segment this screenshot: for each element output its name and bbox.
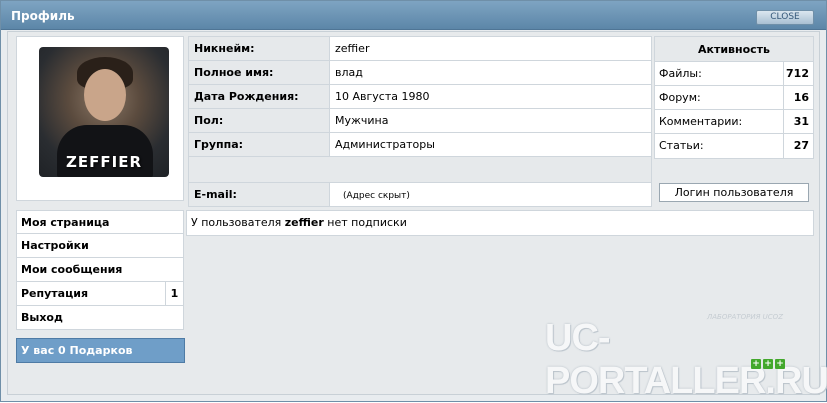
activity-row-files: Файлы: 712 <box>655 62 813 86</box>
info-label: Дата Рождения: <box>188 84 330 109</box>
activity-label: Комментарии: <box>659 115 743 128</box>
menu-item-label: Мои сообщения <box>21 263 123 276</box>
menu-item-label: Выход <box>21 311 63 324</box>
info-label: Никнейм: <box>188 36 330 61</box>
info-spacer-row <box>188 156 652 183</box>
info-value: zeffier <box>329 36 652 61</box>
menu-item-label: Репутация <box>21 287 89 300</box>
info-row-fullname: Полное имя: влад <box>188 60 652 85</box>
menu-item-my-page[interactable]: Моя страница <box>16 210 184 234</box>
activity-row-forum: Форум: 16 <box>655 86 813 110</box>
info-row-birthdate: Дата Рождения: 10 Августа 1980 <box>188 84 652 109</box>
activity-count: 27 <box>783 134 813 158</box>
info-row-gender: Пол: Мужчина <box>188 108 652 133</box>
plus-icon: + <box>775 359 785 369</box>
subscriptions-username: zeffier <box>284 216 324 229</box>
info-label: Полное имя: <box>188 60 330 85</box>
activity-count: 31 <box>783 110 813 133</box>
activity-count: 16 <box>783 86 813 109</box>
titlebar: Профиль CLOSE <box>1 1 826 30</box>
activity-title: Активность <box>655 37 813 62</box>
menu-item-messages[interactable]: Мои сообщения <box>16 258 184 282</box>
menu-item-reputation[interactable]: Репутация 1 <box>16 282 184 306</box>
activity-row-articles: Статьи: 27 <box>655 134 813 158</box>
activity-count: 712 <box>783 62 813 85</box>
activity-label: Форум: <box>659 91 701 104</box>
menu-item-label: Моя страница <box>21 216 110 229</box>
avatar-container: ZEFFIER <box>16 36 184 201</box>
activity-panel: Активность Файлы: 712 Форум: 16 Коммента… <box>654 36 814 159</box>
profile-menu: Моя страница Настройки Мои сообщения Реп… <box>16 210 184 330</box>
menu-item-settings[interactable]: Настройки <box>16 234 184 258</box>
menu-item-logout[interactable]: Выход <box>16 306 184 330</box>
user-login-button[interactable]: Логин пользователя <box>659 183 809 202</box>
info-value: Мужчина <box>329 108 652 133</box>
email-hidden-value: (Адрес скрыт) <box>343 191 410 201</box>
info-label: E-mail: <box>188 182 330 207</box>
profile-info-table: Никнейм: zeffier Полное имя: влад Дата Р… <box>188 36 652 207</box>
reputation-count: 1 <box>165 282 183 305</box>
menu-item-label: Настройки <box>21 239 89 252</box>
plus-icon: + <box>751 359 761 369</box>
window-title: Профиль <box>11 9 75 23</box>
watermark-plus-icons: + + + <box>751 359 785 369</box>
info-row-nickname: Никнейм: zeffier <box>188 36 652 61</box>
avatar: ZEFFIER <box>39 47 169 177</box>
gifts-button[interactable]: У вас 0 Подарков <box>16 338 185 363</box>
profile-body: ZEFFIER Никнейм: zeffier Полное имя: вла… <box>7 31 827 402</box>
profile-window: Профиль CLOSE ZEFFIER Никнейм: zeffier П… <box>0 0 827 402</box>
subscriptions-notice: У пользователя zeffier нет подписки <box>186 210 814 236</box>
activity-label: Статьи: <box>659 139 704 152</box>
info-value: 10 Августа 1980 <box>329 84 652 109</box>
info-row-group: Группа: Администраторы <box>188 132 652 157</box>
info-label: Пол: <box>188 108 330 133</box>
close-button[interactable]: CLOSE <box>756 10 814 25</box>
info-label: Группа: <box>188 132 330 157</box>
activity-label: Файлы: <box>659 67 702 80</box>
uc-portaller-watermark-logo: ЛАБОРАТОРИЯ UCOZ UC-PORTALLER.RU + + + <box>545 311 827 402</box>
info-value: Администраторы <box>329 132 652 157</box>
info-value: влад <box>329 60 652 85</box>
plus-icon: + <box>763 359 773 369</box>
activity-row-comments: Комментарии: 31 <box>655 110 813 134</box>
avatar-caption: ZEFFIER <box>66 153 142 171</box>
info-row-email: E-mail: (Адрес скрыт) <box>188 182 652 207</box>
